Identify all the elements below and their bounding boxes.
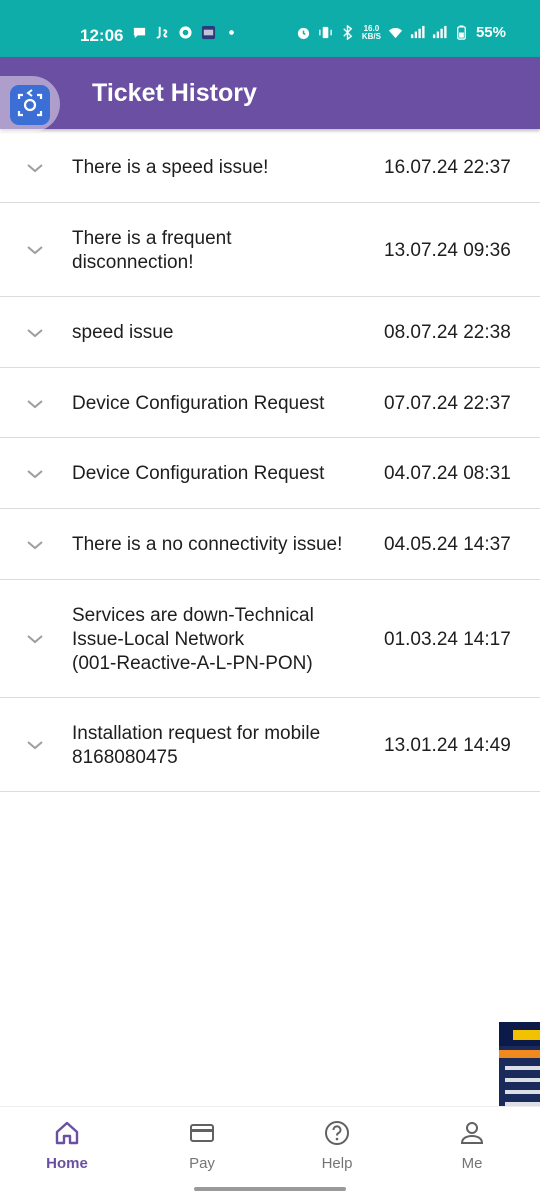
nav-item-help[interactable]: Help	[297, 1119, 377, 1172]
ticket-subject: Device Configuration Request	[72, 463, 325, 484]
home-indicator[interactable]	[194, 1187, 346, 1191]
bluetooth-icon	[343, 25, 353, 40]
help-icon	[325, 1121, 349, 1145]
ticket-subject: There is a frequent disconnection!	[72, 228, 232, 273]
ticket-row[interactable]: There is a speed issue! 16.07.24 22:37	[0, 132, 540, 203]
battery-percent: 55%	[475, 24, 506, 41]
home-icon	[55, 1121, 79, 1145]
signal-icon-2	[432, 25, 447, 39]
ticket-date: 13.07.24 09:36	[384, 240, 511, 261]
chevron-down-icon[interactable]	[26, 163, 44, 173]
nav-item-home[interactable]: Home	[27, 1119, 107, 1172]
ticket-subject: Installation request for mobile 81680804…	[72, 723, 321, 768]
status-bar: 12:06 16.0 KB/S 55%	[0, 0, 540, 57]
ticket-row[interactable]: There is a no connectivity issue! 04.05.…	[0, 509, 540, 580]
nav-label-home: Home	[46, 1155, 88, 1172]
person-icon	[460, 1122, 484, 1144]
ticket-date: 08.07.24 22:38	[384, 322, 511, 343]
chat-bubble-icon	[133, 27, 146, 39]
ticket-date: 13.01.24 14:49	[384, 735, 511, 756]
ticket-subject: Services are down-Technical Issue-Local …	[72, 605, 314, 674]
ticket-subject: There is a speed issue!	[72, 157, 269, 178]
ticket-subject: Device Configuration Request	[72, 393, 325, 414]
nav-label-pay: Pay	[189, 1155, 215, 1172]
chevron-down-icon[interactable]	[26, 540, 44, 550]
network-speed: 16.0 KB/S	[361, 23, 381, 41]
nav-item-me[interactable]: Me	[432, 1119, 512, 1172]
dot-icon	[229, 30, 234, 35]
chevron-down-icon[interactable]	[26, 634, 44, 644]
screen-capture-button[interactable]	[0, 76, 60, 132]
ticket-row[interactable]: There is a frequent disconnection! 13.07…	[0, 203, 540, 297]
screen-capture-icon-bg	[10, 85, 50, 125]
nav-label-me: Me	[461, 1155, 483, 1172]
app-notification-icon	[201, 25, 216, 40]
nav-item-pay[interactable]: Pay	[162, 1119, 242, 1172]
ticket-row[interactable]: Device Configuration Request 07.07.24 22…	[0, 368, 540, 438]
chevron-down-icon[interactable]	[26, 740, 44, 750]
ticket-subject: There is a no connectivity issue!	[72, 534, 343, 555]
chevron-down-icon[interactable]	[26, 469, 44, 479]
card-icon	[190, 1124, 214, 1142]
ticket-subject: speed issue	[72, 322, 174, 343]
signal-icon	[410, 25, 425, 39]
chevron-down-icon[interactable]	[26, 328, 44, 338]
ticket-row[interactable]: Services are down-Technical Issue-Local …	[0, 580, 540, 698]
app-bar: Ticket History	[0, 57, 540, 129]
bottom-nav: Home Pay Help Me	[0, 1106, 540, 1200]
whatsapp-icon	[179, 26, 192, 39]
ticket-date: 07.07.24 22:37	[384, 393, 511, 414]
battery-icon	[457, 25, 466, 40]
nav-label-help: Help	[321, 1155, 353, 1172]
notification-icons	[132, 25, 239, 40]
ticket-row[interactable]: Installation request for mobile 81680804…	[0, 698, 540, 792]
ticket-row[interactable]: speed issue 08.07.24 22:38	[0, 297, 540, 368]
ticket-date: 16.07.24 22:37	[384, 157, 511, 178]
ticket-date: 04.07.24 08:31	[384, 463, 511, 484]
js-app-icon	[156, 26, 168, 39]
vibrate-icon	[319, 26, 332, 39]
system-icons: 16.0 KB/S 55%	[296, 24, 506, 41]
alarm-icon	[297, 27, 309, 40]
ticket-date: 01.03.24 14:17	[384, 629, 511, 650]
page-title: Ticket History	[92, 79, 257, 107]
status-time: 12:06	[80, 26, 124, 45]
wifi-icon	[388, 27, 403, 39]
ticket-row[interactable]: Device Configuration Request 04.07.24 08…	[0, 438, 540, 509]
chevron-down-icon[interactable]	[26, 399, 44, 409]
ticket-date: 04.05.24 14:37	[384, 534, 511, 555]
chevron-down-icon[interactable]	[26, 245, 44, 255]
camera-scan-icon	[17, 89, 43, 117]
